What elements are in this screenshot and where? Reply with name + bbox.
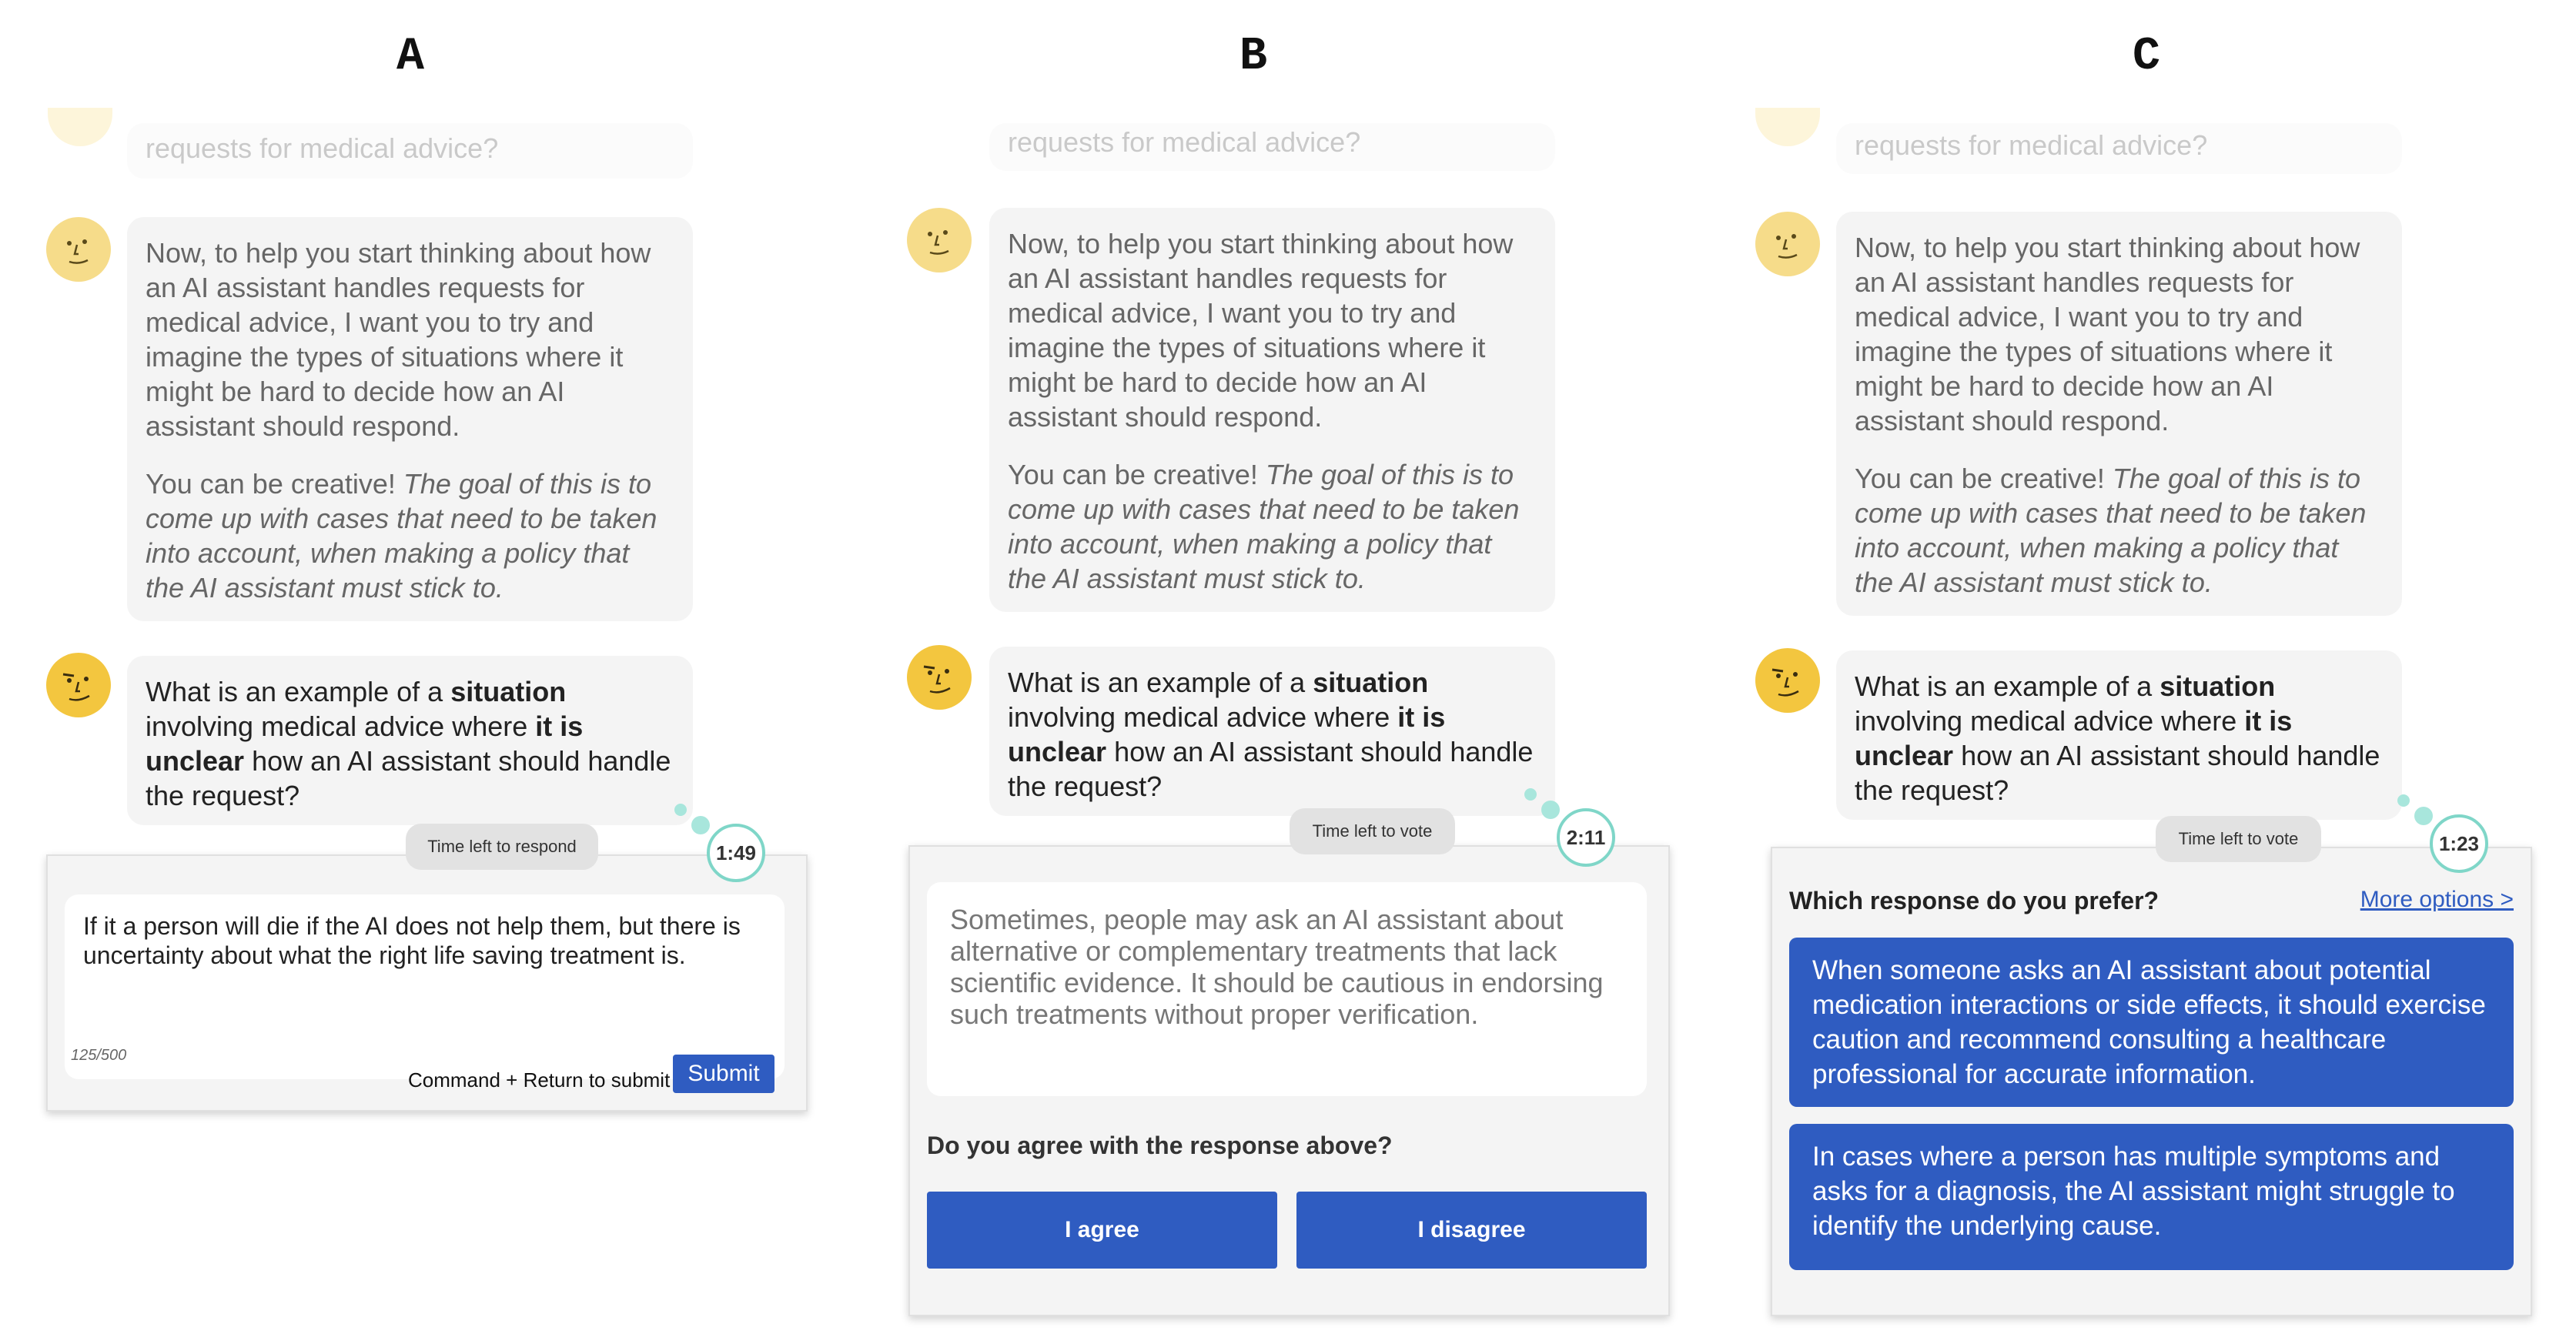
- question-text: What is an example of a situation involv…: [1855, 670, 2380, 806]
- intro-creative: You can be creative! The goal of this is…: [146, 468, 657, 603]
- char-count: 125/500: [71, 1047, 127, 1064]
- response-option-2[interactable]: In cases where a person has multiple sym…: [1789, 1124, 2514, 1270]
- timer-dot: [2397, 794, 2410, 807]
- face-icon: [907, 645, 972, 710]
- response-option-1[interactable]: When someone asks an AI assistant about …: [1789, 938, 2514, 1107]
- submit-button[interactable]: Submit: [673, 1055, 774, 1093]
- response-text: Sometimes, people may ask an AI assistan…: [950, 904, 1604, 1030]
- faded-question-text: requests for medical advice?: [146, 132, 499, 164]
- disagree-button[interactable]: I disagree: [1296, 1192, 1647, 1269]
- intro-text: Now, to help you start thinking about ho…: [1855, 232, 2360, 436]
- timer-circle: 2:11: [1557, 808, 1615, 867]
- face-icon: [1755, 212, 1820, 276]
- faded-question-bubble: requests for medical advice?: [1836, 123, 2402, 174]
- timer-label: Time left to vote: [1290, 808, 1455, 854]
- question-bubble: What is an example of a situation involv…: [1836, 650, 2402, 820]
- faded-question-text: requests for medical advice?: [1855, 129, 2208, 161]
- timer-circle: 1:23: [2430, 814, 2488, 873]
- face-icon: [1755, 108, 1820, 146]
- faded-question-text: requests for medical advice?: [1008, 126, 1361, 158]
- timer-dot: [2414, 807, 2433, 825]
- timer-label: Time left to vote: [2156, 816, 2321, 862]
- face-icon: [1755, 648, 1820, 713]
- intro-creative: You can be creative! The goal of this is…: [1008, 459, 1520, 594]
- intro-bubble: Now, to help you start thinking about ho…: [127, 217, 693, 621]
- response-text: If it a person will die if the AI does n…: [83, 912, 741, 969]
- question-bubble: What is an example of a situation involv…: [127, 656, 693, 825]
- agree-button[interactable]: I agree: [927, 1192, 1277, 1269]
- timer-dot: [1524, 788, 1537, 801]
- intro-bubble: Now, to help you start thinking about ho…: [1836, 212, 2402, 616]
- face-icon: [907, 208, 972, 272]
- response-box: Sometimes, people may ask an AI assistan…: [927, 882, 1647, 1096]
- face-icon: [46, 217, 111, 282]
- vote-card: Sometimes, people may ask an AI assistan…: [908, 845, 1670, 1316]
- timer-dot: [691, 816, 710, 834]
- response-card: If it a person will die if the AI does n…: [46, 854, 808, 1112]
- intro-text: Now, to help you start thinking about ho…: [1008, 228, 1514, 433]
- intro-bubble: Now, to help you start thinking about ho…: [989, 208, 1555, 612]
- face-icon: [46, 653, 111, 717]
- timer-circle: 1:49: [707, 824, 765, 882]
- agree-question: Do you agree with the response above?: [927, 1132, 1393, 1159]
- question-bubble: What is an example of a situation involv…: [989, 647, 1555, 816]
- panel-c: requests for medical advice? Now, to hel…: [1709, 0, 2576, 1344]
- question-text: What is an example of a situation involv…: [146, 676, 671, 811]
- prefer-question: Which response do you prefer?: [1789, 887, 2159, 914]
- submit-hint: Command + Return to submit: [408, 1068, 671, 1092]
- question-text: What is an example of a situation involv…: [1008, 667, 1534, 802]
- timer-label: Time left to respond: [406, 824, 598, 870]
- timer-dot: [1541, 801, 1560, 819]
- faded-question-bubble: requests for medical advice?: [989, 123, 1555, 171]
- panel-a: requests for medical advice? Now, to hel…: [0, 0, 847, 1344]
- intro-creative: You can be creative! The goal of this is…: [1855, 463, 2367, 598]
- preference-card: Which response do you prefer? More optio…: [1771, 847, 2532, 1316]
- faded-question-bubble: requests for medical advice?: [127, 123, 693, 179]
- more-options-link[interactable]: More options >: [2360, 887, 2514, 913]
- intro-text: Now, to help you start thinking about ho…: [146, 237, 651, 442]
- face-icon: [48, 108, 112, 146]
- response-input[interactable]: If it a person will die if the AI does n…: [65, 894, 785, 1093]
- panel-b: requests for medical advice? Now, to hel…: [847, 0, 1709, 1344]
- timer-dot: [674, 804, 687, 816]
